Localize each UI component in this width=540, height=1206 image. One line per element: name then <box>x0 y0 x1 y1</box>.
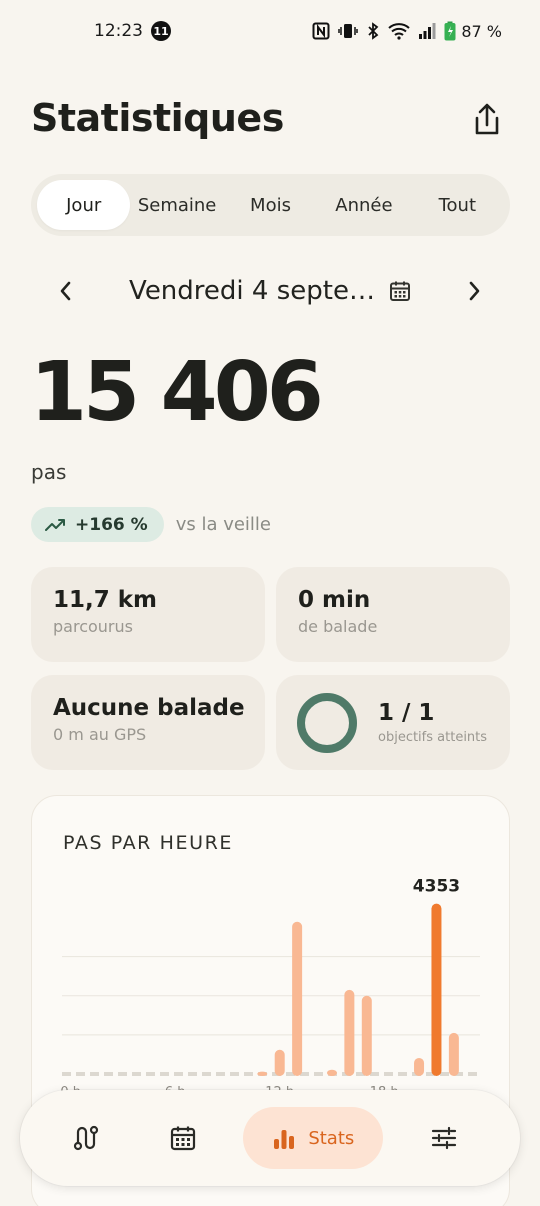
route-icon <box>73 1125 99 1151</box>
nav-calendar-button[interactable] <box>147 1108 219 1168</box>
trend-value: +166 % <box>75 514 148 535</box>
distance-label: parcourus <box>53 617 133 636</box>
bar-peak <box>431 903 442 1076</box>
steps-total: 15 406 <box>30 345 324 440</box>
goals-value: 1 / 1 <box>378 700 435 726</box>
goals-text: 1 / 1 objectifs atteints <box>378 700 487 745</box>
page-title: Statistiques <box>31 96 284 140</box>
bar-chart-icon <box>274 1130 295 1149</box>
goal-progress-ring <box>297 692 357 753</box>
tab-year[interactable]: Année <box>317 180 410 230</box>
tab-all[interactable]: Tout <box>411 180 504 230</box>
bar <box>361 995 372 1076</box>
battery-icon <box>444 21 456 41</box>
gps-card: Aucune balade 0 m au GPS <box>31 675 265 770</box>
nav-routes-button[interactable] <box>50 1108 122 1168</box>
wifi-icon <box>388 22 411 40</box>
goals-card: 1 / 1 objectifs atteints <box>276 675 510 770</box>
walk-time-label: de balade <box>298 617 378 636</box>
trending-up-icon <box>45 518 65 531</box>
bar <box>344 989 355 1076</box>
trend-row: +166 % vs la veille <box>31 507 271 542</box>
date-label: Vendredi 4 septe… <box>129 276 375 306</box>
share-button[interactable] <box>472 102 502 138</box>
bar <box>326 1069 337 1076</box>
tab-month[interactable]: Mois <box>224 180 317 230</box>
next-day-button[interactable] <box>450 266 500 316</box>
sliders-icon <box>431 1126 457 1150</box>
signal-icon <box>418 22 436 40</box>
bar <box>274 1049 285 1076</box>
nav-stats-label: Stats <box>308 1127 355 1149</box>
nav-stats-button[interactable]: Stats <box>243 1107 384 1169</box>
share-icon <box>475 103 499 135</box>
date-picker-button[interactable]: Vendredi 4 septe… <box>129 276 411 306</box>
bar <box>448 1032 459 1076</box>
steps-unit: pas <box>31 460 67 484</box>
previous-day-button[interactable] <box>40 266 90 316</box>
gps-label: 0 m au GPS <box>53 725 147 744</box>
battery-indicator: 87 % <box>444 21 502 41</box>
date-navigation: Vendredi 4 septe… <box>40 262 500 320</box>
status-left: 12:23 11 <box>94 21 171 41</box>
distance-value: 11,7 km <box>53 587 158 613</box>
bar <box>257 1071 268 1076</box>
notification-count-badge: 11 <box>151 21 171 41</box>
bottom-navigation: Stats <box>20 1090 520 1186</box>
bluetooth-icon <box>366 22 380 40</box>
calendar-icon <box>389 281 410 301</box>
battery-level: 87 % <box>461 21 502 41</box>
status-time: 12:23 <box>94 21 143 41</box>
trend-compare-label: vs la veille <box>175 514 271 535</box>
trend-badge: +166 % <box>31 507 164 542</box>
walk-time-card: 0 min de balade <box>276 567 510 662</box>
chevron-left-icon <box>60 281 71 301</box>
chevron-right-icon <box>469 281 480 301</box>
vibrate-icon <box>338 22 359 40</box>
calendar-icon <box>170 1126 195 1151</box>
status-right: 87 % <box>312 21 502 41</box>
walk-time-value: 0 min <box>298 587 371 613</box>
status-bar: 12:23 11 87 % <box>0 0 540 62</box>
nfc-icon <box>312 22 330 40</box>
nav-settings-button[interactable] <box>408 1108 480 1168</box>
tab-day[interactable]: Jour <box>37 180 131 230</box>
period-tabs: Jour Semaine Mois Année Tout <box>31 174 510 236</box>
bar <box>414 1057 425 1076</box>
gps-value: Aucune balade <box>53 695 245 721</box>
goals-label: objectifs atteints <box>378 730 488 745</box>
bar <box>292 921 303 1076</box>
tab-week[interactable]: Semaine <box>130 180 223 230</box>
peak-label: 4353 <box>413 877 460 897</box>
distance-card: 11,7 km parcourus <box>31 567 265 662</box>
